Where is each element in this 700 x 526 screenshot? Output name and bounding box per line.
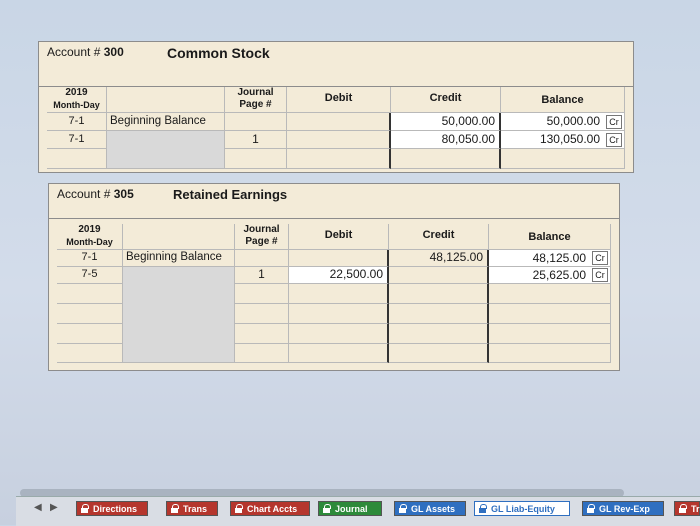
- row-credit[interactable]: 50,000.00: [391, 113, 501, 131]
- lock-icon: [171, 504, 179, 513]
- description-header: [107, 87, 225, 113]
- empty-cell[interactable]: [489, 304, 611, 324]
- debit-header: Debit: [289, 224, 389, 250]
- row-page[interactable]: 1: [235, 267, 289, 284]
- row-date[interactable]: 7-1: [57, 250, 123, 267]
- row-debit[interactable]: [287, 113, 391, 131]
- description-header: [123, 224, 235, 250]
- row-debit[interactable]: [289, 250, 389, 267]
- row-balance: 48,125.00: [532, 251, 586, 265]
- empty-cell[interactable]: [391, 149, 501, 169]
- row-description[interactable]: Beginning Balance: [107, 113, 225, 131]
- empty-cell[interactable]: [289, 284, 389, 304]
- row-date[interactable]: 7-1: [47, 131, 107, 149]
- tab-gl-assets[interactable]: GL Assets: [394, 501, 466, 516]
- row-debit[interactable]: [287, 131, 391, 149]
- tab-gl-rev-exp[interactable]: GL Rev-Exp: [582, 501, 664, 516]
- credit-header: Credit: [391, 87, 501, 113]
- next-sheet-arrow-icon[interactable]: ▶: [50, 502, 58, 513]
- empty-cell[interactable]: [57, 324, 123, 344]
- row-description[interactable]: [123, 267, 235, 363]
- balance-side-dropdown[interactable]: Cr: [606, 115, 622, 129]
- tab-journal[interactable]: Journal: [318, 501, 382, 516]
- account-name: Common Stock: [167, 45, 270, 61]
- row-balance: 130,050.00: [539, 132, 600, 146]
- row-credit[interactable]: 48,125.00: [389, 250, 489, 267]
- balance-side-dropdown[interactable]: Cr: [592, 268, 608, 282]
- empty-cell[interactable]: [57, 304, 123, 324]
- account-header: Account # 300 Common Stock: [39, 42, 633, 87]
- lock-icon: [587, 504, 595, 513]
- journal-page-header: Journal Page #: [235, 224, 289, 250]
- empty-cell[interactable]: [235, 324, 289, 344]
- tab-chart-accts[interactable]: Chart Accts: [230, 501, 310, 516]
- row-page[interactable]: [235, 250, 289, 267]
- empty-cell[interactable]: [389, 344, 489, 363]
- account-header: Account # 305 Retained Earnings: [49, 184, 619, 219]
- lock-icon: [81, 504, 89, 513]
- account-name: Retained Earnings: [173, 187, 288, 202]
- empty-cell[interactable]: [389, 324, 489, 344]
- row-date[interactable]: 7-5: [57, 267, 123, 284]
- account-number-label: Account # 305: [57, 187, 134, 201]
- tab-trans[interactable]: Trans: [166, 501, 218, 516]
- tab-gl-liab-equity[interactable]: GL Liab-Equity: [474, 501, 570, 516]
- lock-icon: [479, 504, 487, 513]
- empty-cell[interactable]: [235, 304, 289, 324]
- balance-side-dropdown[interactable]: Cr: [606, 133, 622, 147]
- empty-cell[interactable]: [389, 284, 489, 304]
- empty-cell[interactable]: [501, 149, 625, 169]
- balance-header: Balance: [489, 224, 611, 250]
- empty-cell[interactable]: [287, 149, 391, 169]
- row-page[interactable]: [225, 113, 287, 131]
- date-header: 2019 Month-Day: [57, 224, 123, 250]
- tab-directions[interactable]: Directions: [76, 501, 148, 516]
- prev-sheet-arrow-icon[interactable]: ◀: [34, 502, 42, 513]
- row-balance-cell[interactable]: 50,000.00 Cr: [501, 113, 625, 131]
- empty-cell[interactable]: [225, 149, 287, 169]
- empty-cell[interactable]: [57, 344, 123, 363]
- journal-page-header: Journal Page #: [225, 87, 287, 113]
- lock-icon: [235, 504, 243, 513]
- account-300-ledger: Account # 300 Common Stock 2019 Month-Day…: [38, 41, 634, 173]
- lock-icon: [399, 504, 407, 513]
- empty-cell[interactable]: [57, 284, 123, 304]
- lock-icon: [323, 504, 331, 513]
- account-305-ledger: Account # 305 Retained Earnings 2019 Mont…: [48, 183, 620, 371]
- empty-cell[interactable]: [489, 284, 611, 304]
- row-credit[interactable]: 80,050.00: [391, 131, 501, 149]
- row-balance-cell[interactable]: 25,625.00 Cr: [489, 267, 611, 284]
- row-date[interactable]: 7-1: [47, 113, 107, 131]
- empty-cell[interactable]: [489, 324, 611, 344]
- row-balance-cell[interactable]: 48,125.00 Cr: [489, 250, 611, 267]
- empty-cell[interactable]: [289, 304, 389, 324]
- empty-cell[interactable]: [389, 304, 489, 324]
- row-balance: 50,000.00: [546, 114, 600, 128]
- balance-side-dropdown[interactable]: Cr: [592, 251, 608, 265]
- account-number-label: Account # 300: [47, 45, 124, 59]
- debit-header: Debit: [287, 87, 391, 113]
- empty-cell[interactable]: [235, 344, 289, 363]
- empty-cell[interactable]: [289, 344, 389, 363]
- empty-cell[interactable]: [235, 284, 289, 304]
- credit-header: Credit: [389, 224, 489, 250]
- row-description[interactable]: [107, 131, 225, 169]
- tab-tri[interactable]: Tri: [674, 501, 700, 516]
- row-credit[interactable]: [389, 267, 489, 284]
- row-description[interactable]: Beginning Balance: [123, 250, 235, 267]
- row-balance-cell[interactable]: 130,050.00 Cr: [501, 131, 625, 149]
- empty-cell[interactable]: [489, 344, 611, 363]
- balance-header: Balance: [501, 87, 625, 113]
- empty-cell[interactable]: [289, 324, 389, 344]
- row-balance: 25,625.00: [532, 268, 586, 282]
- row-page[interactable]: 1: [225, 131, 287, 149]
- row-debit[interactable]: 22,500.00: [289, 267, 389, 284]
- lock-icon: [679, 504, 687, 513]
- empty-cell[interactable]: [47, 149, 107, 169]
- date-header: 2019 Month-Day: [47, 87, 107, 113]
